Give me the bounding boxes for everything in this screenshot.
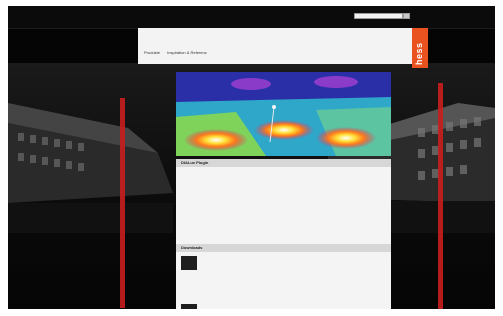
hess-logo[interactable]: hess bbox=[412, 28, 428, 68]
navigation-bar: Produkte Inspiration & Referenz bbox=[138, 28, 418, 64]
red-light-stripe-right bbox=[438, 83, 443, 309]
download-item bbox=[181, 256, 386, 274]
nav-item-inspiration[interactable]: Inspiration & Referenz bbox=[167, 50, 207, 55]
hero-heatmap-image bbox=[176, 72, 391, 156]
main-content-panel: DIALux Plugin Downloads bbox=[176, 159, 391, 309]
search-input[interactable] bbox=[354, 13, 403, 19]
logo-text: hess bbox=[414, 42, 424, 65]
section-header: DIALux Plugin bbox=[176, 159, 391, 167]
building-left-illustration bbox=[8, 103, 173, 233]
browser-viewport: Produkte Inspiration & Referenz hess DIA… bbox=[8, 6, 495, 309]
red-light-stripe-left bbox=[120, 98, 125, 308]
nav-item-produkte[interactable]: Produkte bbox=[144, 50, 160, 55]
download-item bbox=[181, 304, 386, 309]
section-header: Downloads bbox=[176, 244, 391, 252]
section-title-downloads: Downloads bbox=[181, 245, 203, 250]
download-thumbnail bbox=[181, 304, 197, 309]
section-title-dialux: DIALux Plugin bbox=[181, 160, 209, 165]
main-nav: Produkte Inspiration & Referenz bbox=[144, 50, 213, 55]
secondary-nav bbox=[310, 52, 330, 55]
download-thumbnail bbox=[181, 256, 197, 270]
search-icon[interactable] bbox=[403, 13, 410, 19]
top-bar bbox=[8, 6, 495, 29]
